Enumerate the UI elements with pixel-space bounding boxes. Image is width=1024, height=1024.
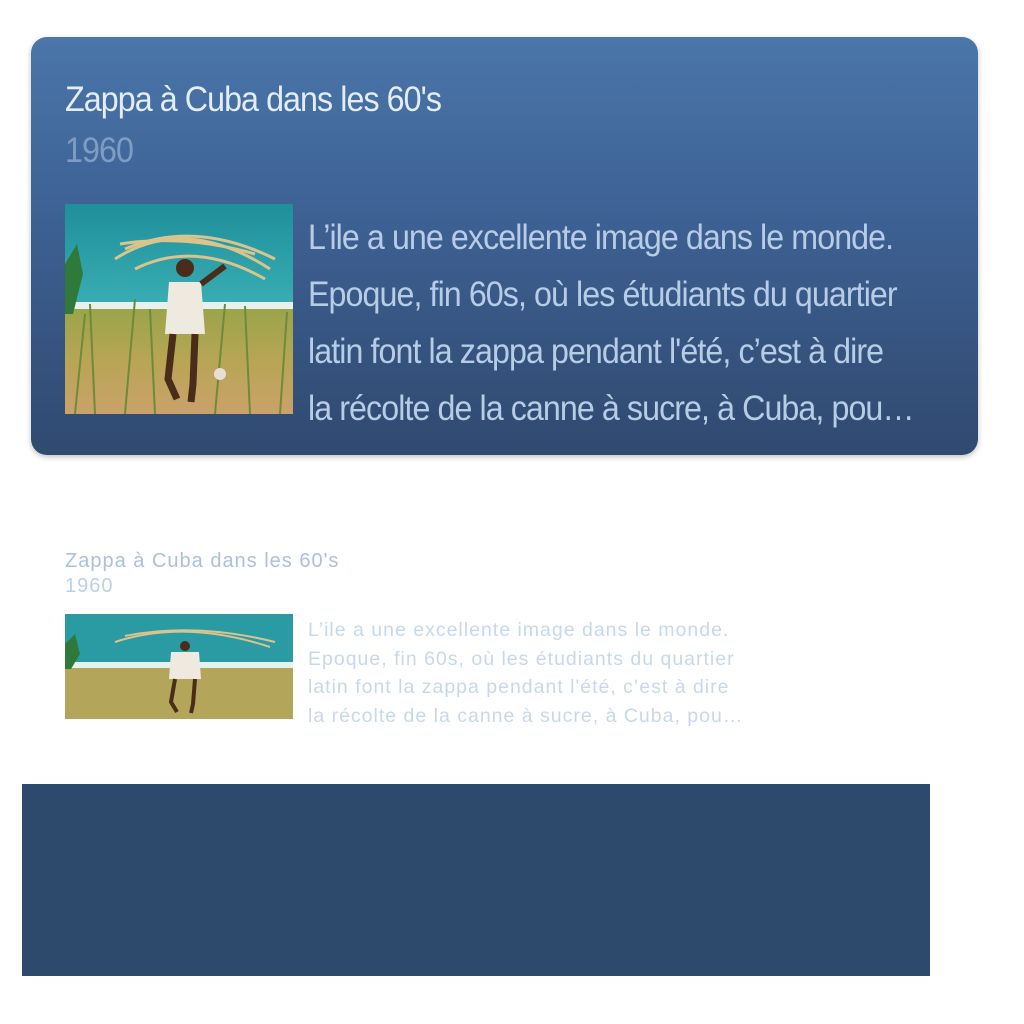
description-line: latin font la zappa pendant l'été, c’est… (308, 332, 884, 371)
ghost-description-line: la récolte de la canne à sucre, à Cuba, … (308, 704, 744, 727)
article-description: L’ile a une excellente image dans le mon… (308, 209, 934, 437)
ghost-description-line: latin font la zappa pendant l'été, c’est… (308, 676, 730, 698)
description-line: la récolte de la canne à sucre, à Cuba, … (308, 389, 915, 428)
ghost-description-line: Epoque, fin 60s, où les étudiants du qua… (308, 647, 735, 670)
description-line: Epoque, fin 60s, où les étudiants du qua… (308, 275, 898, 314)
ghost-description-line: L’ile a une excellente image dans le mon… (308, 619, 730, 641)
article-thumbnail (65, 204, 293, 414)
article-year: 1960 (65, 131, 134, 170)
ghost-description: L’ile a une excellente image dans le mon… (308, 616, 743, 730)
ghost-thumbnail (65, 614, 293, 719)
article-title: Zappa à Cuba dans les 60's (65, 80, 442, 119)
article-card[interactable]: Zappa à Cuba dans les 60's 1960 L’ile a … (31, 37, 978, 455)
description-line: L’ile a une excellente image dans le mon… (308, 218, 894, 257)
ghost-title: Zappa à Cuba dans les 60's (65, 550, 340, 572)
content-panel (22, 784, 930, 976)
ghost-year: 1960 (65, 575, 114, 597)
